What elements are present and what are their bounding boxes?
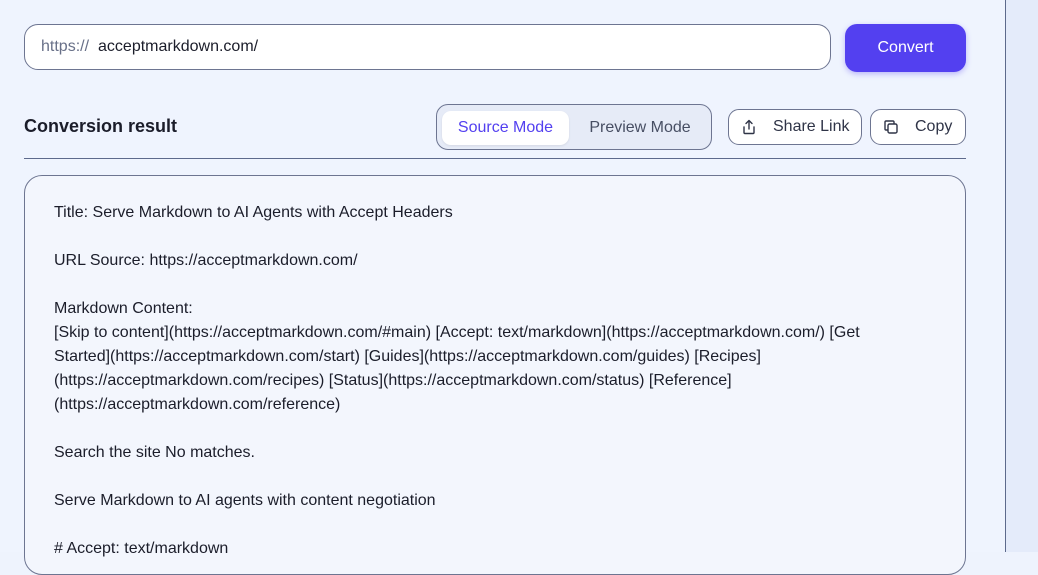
main-panel: https:// Convert Conversion result Sourc… (0, 0, 1006, 575)
mode-toggle: Source Mode Preview Mode (436, 104, 712, 150)
output-line: (https://acceptmarkdown.com/reference) (54, 396, 341, 413)
markdown-source-text: Title: Serve Markdown to AI Agents with … (54, 201, 924, 561)
copy-button[interactable]: Copy (870, 109, 966, 145)
output-line: Started](https://acceptmarkdown.com/star… (54, 348, 761, 365)
output-line: [Skip to content](https://acceptmarkdown… (54, 324, 860, 341)
conversion-output-panel[interactable]: Title: Serve Markdown to AI Agents with … (24, 175, 966, 575)
output-line: (https://acceptmarkdown.com/recipes) [St… (54, 372, 732, 389)
share-link-label: Share Link (773, 118, 850, 135)
output-line: URL Source: https://acceptmarkdown.com/ (54, 252, 358, 269)
url-input[interactable] (98, 38, 799, 56)
share-link-button[interactable]: Share Link (728, 109, 862, 145)
output-line: Search the site No matches. (54, 444, 255, 461)
right-side-strip (1006, 0, 1038, 552)
preview-mode-tab[interactable]: Preview Mode (577, 111, 703, 145)
url-bar[interactable]: https:// (24, 24, 831, 70)
convert-button[interactable]: Convert (845, 24, 966, 72)
share-icon (741, 119, 757, 135)
url-protocol-prefix: https:// (41, 38, 90, 55)
source-mode-tab[interactable]: Source Mode (442, 111, 569, 145)
copy-icon (883, 119, 899, 135)
output-line: Serve Markdown to AI agents with content… (54, 492, 436, 509)
copy-label: Copy (915, 118, 953, 135)
conversion-result-heading: Conversion result (24, 116, 178, 136)
output-line: Title: Serve Markdown to AI Agents with … (54, 204, 453, 221)
output-line: Markdown Content: (54, 300, 193, 317)
header-divider (24, 158, 966, 159)
output-line: # Accept: text/markdown (54, 540, 229, 557)
